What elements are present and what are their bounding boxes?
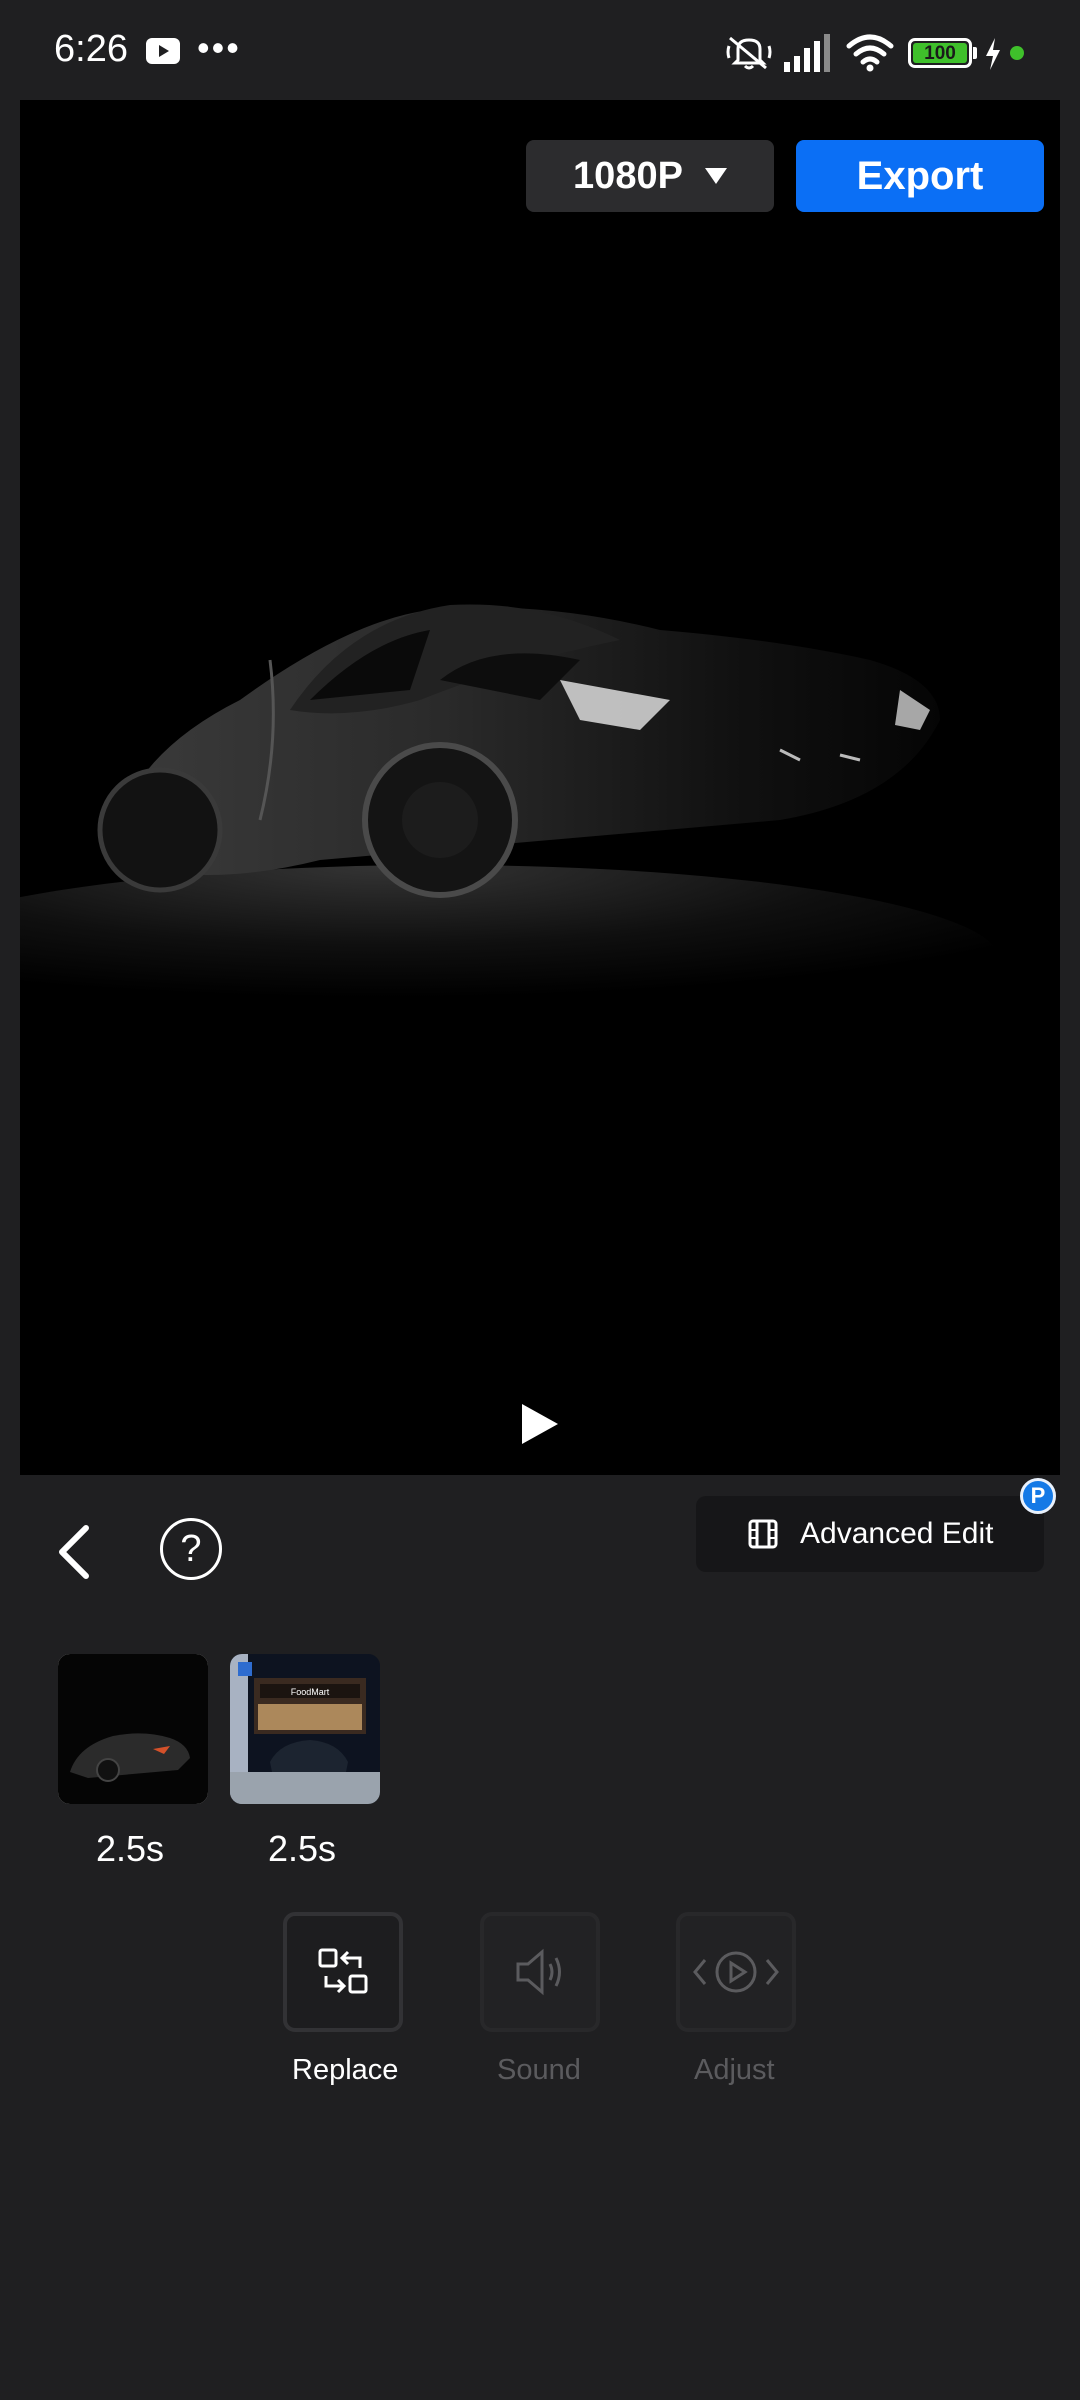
preview-image (20, 604, 1000, 1055)
clip-1-image (58, 1654, 208, 1804)
export-button[interactable]: Export (796, 140, 1044, 212)
replace-button[interactable] (283, 1912, 403, 2032)
clip-2-image: FoodMart (230, 1654, 380, 1804)
adjust-button[interactable] (676, 1912, 796, 2032)
help-icon[interactable]: ? (160, 1518, 222, 1580)
advanced-edit-button[interactable]: Advanced Edit (696, 1496, 1044, 1572)
sound-icon (516, 1948, 561, 1996)
clip-2-duration: 2.5s (268, 1828, 337, 1869)
status-time: 6:26 (54, 28, 128, 70)
clip-thumbnail-2[interactable]: FoodMart (230, 1654, 380, 1804)
signal-icon (784, 34, 830, 72)
charging-icon (986, 38, 1000, 70)
mute-icon (726, 36, 772, 70)
film-icon (748, 1519, 778, 1549)
battery-icon: 100 (908, 38, 972, 68)
battery-cap (973, 47, 977, 59)
export-label: Export (856, 153, 984, 198)
play-icon[interactable] (520, 1402, 560, 1446)
resolution-dropdown[interactable]: 1080P (526, 140, 774, 212)
sound-button[interactable] (480, 1912, 600, 2032)
resolution-label: 1080P (573, 154, 683, 197)
replace-label: Replace (292, 2054, 399, 2086)
clip-1-duration: 2.5s (96, 1828, 165, 1869)
status-bar: 6:26 ••• 100 (0, 0, 1080, 100)
back-arrow-icon[interactable] (50, 1520, 106, 1584)
replace-icon (318, 1948, 368, 1994)
foodmart-sign: FoodMart (291, 1687, 330, 1697)
dot-icon (1010, 46, 1024, 60)
adjust-icon (693, 1951, 779, 1993)
chevron-down-icon (704, 168, 727, 184)
sound-label: Sound (497, 2054, 581, 2086)
youtube-icon (146, 38, 180, 64)
more-dots-icon: ••• (197, 27, 241, 68)
adjust-label: Adjust (694, 2054, 775, 2086)
premium-badge: P (1020, 1478, 1056, 1514)
wifi-icon (846, 34, 894, 72)
advanced-edit-label: Advanced Edit (800, 1517, 994, 1550)
battery-level: 100 (913, 43, 967, 63)
video-preview[interactable]: 1080P Export (20, 100, 1060, 1475)
clip-thumbnail-1[interactable] (58, 1654, 208, 1804)
